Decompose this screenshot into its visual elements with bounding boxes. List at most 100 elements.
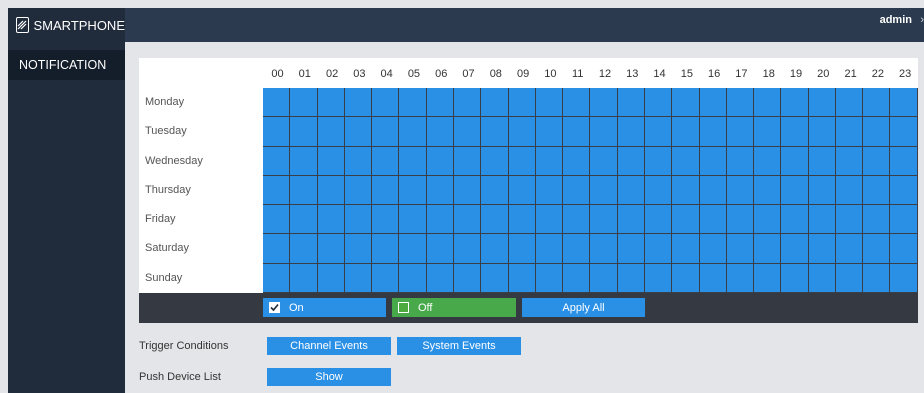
schedule-cell[interactable]	[835, 146, 864, 176]
schedule-cell[interactable]	[890, 117, 918, 147]
schedule-cell[interactable]	[672, 88, 700, 118]
schedule-cell[interactable]	[399, 263, 427, 293]
schedule-cell[interactable]	[644, 175, 673, 206]
schedule-cell[interactable]	[726, 263, 755, 293]
schedule-cell[interactable]	[372, 175, 400, 206]
schedule-cell[interactable]	[754, 205, 782, 235]
schedule-cell[interactable]	[263, 88, 291, 118]
schedule-cell[interactable]	[808, 175, 836, 206]
schedule-cell[interactable]	[317, 88, 345, 118]
schedule-cell[interactable]	[590, 117, 618, 147]
schedule-cell[interactable]	[399, 175, 427, 206]
schedule-cell[interactable]	[426, 88, 454, 118]
schedule-cell[interactable]	[590, 263, 618, 293]
schedule-cell[interactable]	[726, 205, 755, 235]
schedule-cell[interactable]	[590, 234, 618, 264]
sidebar-item-notification[interactable]: NOTIFICATION	[8, 50, 125, 80]
schedule-cell[interactable]	[372, 146, 400, 176]
schedule-cell[interactable]	[263, 263, 291, 293]
schedule-cell[interactable]	[672, 234, 700, 264]
schedule-cell[interactable]	[344, 88, 373, 118]
schedule-cell[interactable]	[563, 88, 591, 118]
schedule-cell[interactable]	[617, 88, 645, 118]
schedule-cell[interactable]	[290, 234, 318, 264]
schedule-cell[interactable]	[617, 234, 645, 264]
schedule-cell[interactable]	[863, 146, 891, 176]
schedule-cell[interactable]	[481, 117, 509, 147]
schedule-cell[interactable]	[481, 234, 509, 264]
schedule-cell[interactable]	[699, 205, 727, 235]
schedule-cell[interactable]	[508, 146, 536, 176]
schedule-cell[interactable]	[726, 117, 755, 147]
schedule-cell[interactable]	[781, 263, 809, 293]
apply-all-button[interactable]: Apply All	[522, 298, 645, 317]
schedule-cell[interactable]	[590, 88, 618, 118]
schedule-cell[interactable]	[372, 117, 400, 147]
schedule-cell[interactable]	[863, 263, 891, 293]
schedule-cell[interactable]	[808, 88, 836, 118]
schedule-cell[interactable]	[290, 117, 318, 147]
schedule-cell[interactable]	[890, 175, 918, 206]
schedule-cell[interactable]	[644, 146, 673, 176]
channel-events-button[interactable]: Channel Events	[267, 337, 391, 355]
schedule-cell[interactable]	[781, 234, 809, 264]
schedule-cell[interactable]	[754, 146, 782, 176]
schedule-cell[interactable]	[863, 117, 891, 147]
chevron-right-icon[interactable]: ›	[920, 14, 924, 26]
on-checkbox[interactable]	[269, 302, 280, 313]
schedule-cell[interactable]	[563, 146, 591, 176]
schedule-cell[interactable]	[781, 175, 809, 206]
schedule-cell[interactable]	[263, 234, 291, 264]
schedule-cell[interactable]	[399, 205, 427, 235]
system-events-button[interactable]: System Events	[397, 337, 521, 355]
schedule-cell[interactable]	[754, 117, 782, 147]
schedule-cell[interactable]	[863, 205, 891, 235]
schedule-cell[interactable]	[672, 205, 700, 235]
schedule-cell[interactable]	[617, 205, 645, 235]
schedule-cell[interactable]	[399, 146, 427, 176]
schedule-cell[interactable]	[781, 205, 809, 235]
schedule-cell[interactable]	[863, 175, 891, 206]
schedule-cell[interactable]	[481, 263, 509, 293]
schedule-cell[interactable]	[344, 117, 373, 147]
schedule-cell[interactable]	[754, 234, 782, 264]
schedule-cell[interactable]	[808, 234, 836, 264]
schedule-cell[interactable]	[317, 205, 345, 235]
schedule-cell[interactable]	[508, 234, 536, 264]
schedule-cell[interactable]	[317, 146, 345, 176]
schedule-cell[interactable]	[290, 146, 318, 176]
schedule-cell[interactable]	[426, 205, 454, 235]
schedule-cell[interactable]	[699, 146, 727, 176]
schedule-cell[interactable]	[835, 175, 864, 206]
schedule-cell[interactable]	[617, 263, 645, 293]
schedule-cell[interactable]	[290, 175, 318, 206]
schedule-cell[interactable]	[563, 175, 591, 206]
schedule-cell[interactable]	[372, 234, 400, 264]
schedule-cell[interactable]	[617, 117, 645, 147]
schedule-cell[interactable]	[808, 263, 836, 293]
schedule-cell[interactable]	[317, 263, 345, 293]
schedule-cell[interactable]	[317, 234, 345, 264]
schedule-cell[interactable]	[563, 117, 591, 147]
schedule-cell[interactable]	[535, 175, 564, 206]
schedule-cell[interactable]	[344, 175, 373, 206]
schedule-cell[interactable]	[453, 117, 482, 147]
schedule-cell[interactable]	[563, 234, 591, 264]
schedule-cell[interactable]	[890, 263, 918, 293]
schedule-cell[interactable]	[453, 175, 482, 206]
schedule-cell[interactable]	[644, 263, 673, 293]
schedule-cell[interactable]	[535, 117, 564, 147]
schedule-cell[interactable]	[290, 88, 318, 118]
schedule-cell[interactable]	[672, 146, 700, 176]
schedule-cell[interactable]	[426, 263, 454, 293]
schedule-cell[interactable]	[317, 175, 345, 206]
schedule-cell[interactable]	[590, 205, 618, 235]
schedule-cell[interactable]	[890, 88, 918, 118]
schedule-cell[interactable]	[426, 234, 454, 264]
schedule-cell[interactable]	[263, 117, 291, 147]
schedule-cell[interactable]	[644, 88, 673, 118]
schedule-cell[interactable]	[835, 234, 864, 264]
schedule-cell[interactable]	[481, 88, 509, 118]
schedule-cell[interactable]	[699, 117, 727, 147]
schedule-grid[interactable]	[263, 88, 918, 293]
